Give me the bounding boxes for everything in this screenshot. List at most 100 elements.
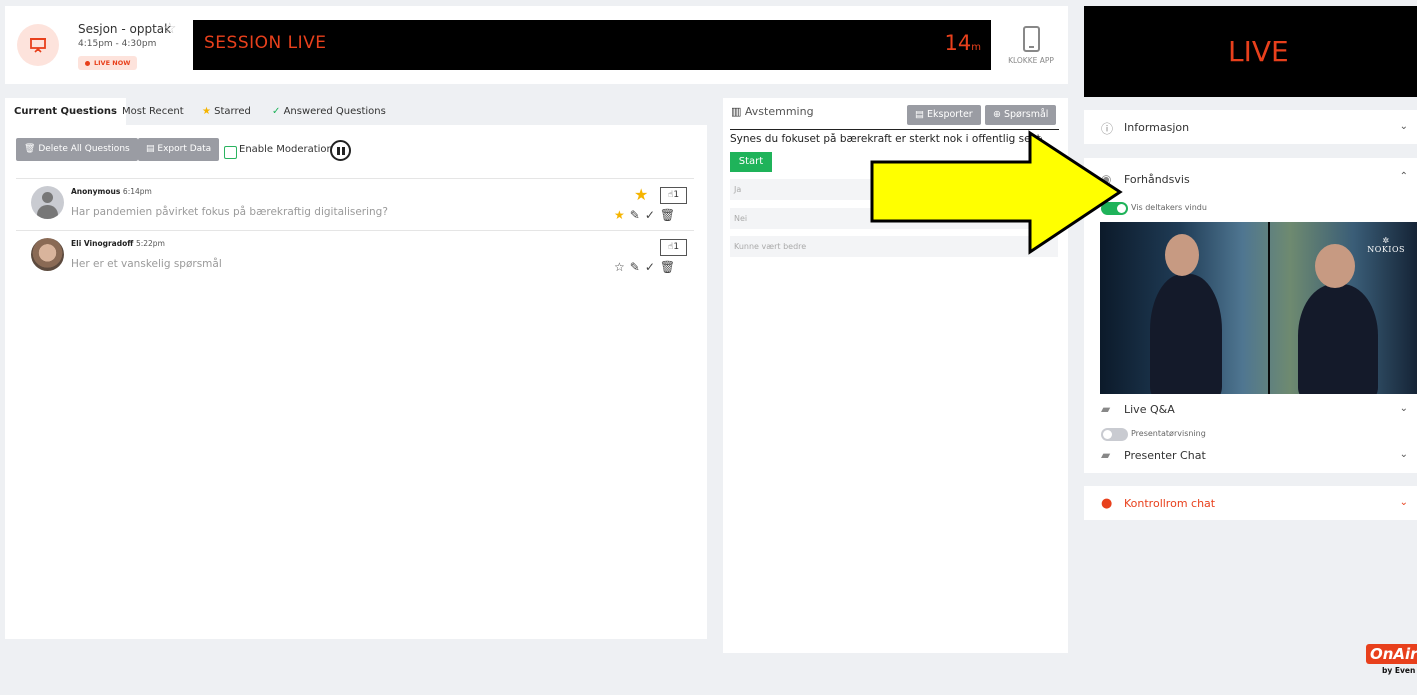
control-room-chat-section[interactable]: ● Kontrollrom chat ⌄ [1084, 486, 1417, 520]
star-icon: ★ [202, 106, 211, 117]
question-row: Anonymous 6:14pm Har pandemien påvirket … [16, 178, 694, 230]
author-name: Anonymous [71, 187, 121, 196]
preview-title[interactable]: Forhåndsvis [1124, 173, 1190, 186]
add-question-label: Spørsmål [1004, 109, 1049, 120]
poll-header: ▥ Avstemming [731, 105, 814, 118]
star-filled-icon[interactable]: ★ [634, 185, 648, 204]
edit-icon[interactable]: ✎ [630, 208, 645, 222]
enable-moderation-label: Enable Moderation [239, 144, 333, 155]
like-button[interactable]: ☝1 [660, 187, 687, 204]
trash-icon[interactable]: 🗑 [660, 208, 680, 222]
onair-sub: by Even [1382, 666, 1416, 675]
tab-answered-label: Answered Questions [283, 106, 386, 117]
edit-icon[interactable]: ✎ [630, 260, 645, 274]
check-icon[interactable]: ✓ [645, 260, 660, 274]
presenter-left-head [1165, 234, 1199, 276]
presenter-chat-title[interactable]: Presenter Chat [1124, 449, 1206, 462]
question-row: Eli Vinogradoff 5:22pm Her er et vanskel… [16, 230, 694, 282]
participant-window-label: Vis deltakers vindu [1131, 203, 1207, 212]
live-indicator: LIVE [1084, 6, 1417, 97]
control-room-chat-title: Kontrollrom chat [1124, 497, 1216, 510]
like-count: 1 [673, 190, 680, 200]
tab-answered-questions[interactable]: ✓ Answered Questions [263, 98, 395, 125]
minutes-unit: m [971, 42, 981, 53]
clock-app-button[interactable]: KLOKKE APP [1006, 26, 1056, 65]
clock-app-label: KLOKKE APP [1008, 56, 1054, 65]
session-title: Sesjon - opptak [78, 22, 172, 36]
author-name: Eli Vinogradoff [71, 239, 134, 248]
comment-icon: ▰ [1101, 402, 1111, 416]
onair-logo: OnAir [1366, 644, 1417, 664]
live-qa-title[interactable]: Live Q&A [1124, 403, 1175, 416]
export-data-label: Export Data [157, 144, 212, 154]
question-author: Eli Vinogradoff 5:22pm [71, 239, 165, 248]
nokios-text: NOKIOS [1367, 245, 1405, 254]
document-icon: ▤ [915, 109, 924, 120]
pause-icon[interactable] [330, 140, 351, 161]
chat-icon: ▰ [1101, 448, 1111, 462]
session-live-banner: SESSION LIVE 14m [193, 20, 991, 70]
question-time: 5:22pm [135, 239, 165, 248]
presenter-right [1298, 284, 1378, 394]
questions-tabs: Current Questions Most Recent ★ Starred … [5, 98, 707, 125]
questions-panel: Current Questions Most Recent ★ Starred … [5, 98, 707, 639]
information-section[interactable]: ⓘ Informasjon ⌄ [1084, 110, 1417, 144]
chevron-down-icon[interactable]: ⌄ [1400, 497, 1408, 508]
export-poll-label: Eksporter [927, 109, 973, 120]
presenter-view-label: Presentatørvisning [1131, 429, 1206, 438]
logo-star-icon: ✲ [1382, 236, 1390, 245]
session-time: 4:15pm - 4:30pm [78, 39, 157, 49]
chevron-up-icon[interactable]: ⌃ [1400, 171, 1408, 182]
tab-most-recent[interactable]: Most Recent [113, 98, 193, 125]
star-outline-icon[interactable]: ☆ [614, 260, 630, 274]
question-author: Anonymous 6:14pm [71, 187, 152, 196]
question-time: 6:14pm [122, 187, 152, 196]
tab-current-questions[interactable]: Current Questions [5, 98, 126, 125]
presenter-view-toggle[interactable] [1101, 428, 1128, 441]
minutes-counter: 14m [945, 31, 981, 55]
session-header: Sesjon - opptak ☆ 4:15pm - 4:30pm LIVE N… [5, 6, 1068, 84]
information-title: Informasjon [1124, 121, 1190, 134]
tab-starred-label: Starred [214, 106, 251, 117]
chevron-down-icon[interactable]: ⌄ [1400, 403, 1408, 414]
banner-label: SESSION LIVE [204, 33, 327, 53]
poll-title: Avstemming [744, 105, 814, 118]
presenter-right-head [1315, 244, 1355, 288]
question-actions: ★✎✓🗑 [614, 208, 680, 222]
enable-moderation-checkbox[interactable] [224, 146, 237, 159]
delete-all-questions-button[interactable]: 🗑 Delete All Questions [16, 138, 138, 161]
tab-starred[interactable]: ★ Starred [193, 98, 260, 125]
check-icon[interactable]: ✓ [645, 208, 660, 222]
star-filled-icon[interactable]: ★ [614, 208, 630, 222]
start-poll-button[interactable]: Start [730, 152, 772, 172]
add-question-button[interactable]: ⊕ Spørsmål [985, 105, 1057, 125]
presenter-left [1150, 274, 1222, 394]
live-label: LIVE [1228, 35, 1289, 68]
favorite-star-icon[interactable]: ☆ [163, 19, 176, 37]
person-icon: ● [1101, 496, 1113, 511]
avatar [31, 186, 64, 219]
plus-circle-icon: ⊕ [993, 109, 1001, 120]
trash-icon[interactable]: 🗑 [660, 260, 680, 274]
bar-chart-icon: ▥ [731, 105, 742, 118]
chevron-down-icon[interactable]: ⌄ [1400, 449, 1408, 460]
question-text: Her er et vanskelig spørsmål [71, 258, 222, 270]
document-icon: ▤ [146, 144, 155, 154]
video-divider [1268, 222, 1270, 394]
presentation-icon [17, 24, 59, 66]
export-data-button[interactable]: ▤ Export Data [138, 138, 220, 161]
phone-icon [1022, 26, 1040, 52]
export-poll-button[interactable]: ▤ Eksporter [907, 105, 981, 125]
like-count: 1 [673, 242, 680, 252]
like-button[interactable]: ☝1 [660, 239, 687, 256]
minutes-value: 14 [944, 31, 972, 55]
trash-icon: 🗑 [24, 144, 36, 154]
nokios-logo: ✲ NOKIOS [1367, 236, 1405, 254]
check-icon: ✓ [272, 106, 281, 117]
chevron-down-icon[interactable]: ⌄ [1400, 121, 1408, 132]
live-dot-icon [85, 60, 90, 66]
avatar [31, 238, 64, 271]
live-now-badge: LIVE NOW [78, 56, 138, 70]
question-text: Har pandemien påvirket fokus på bærekraf… [71, 206, 388, 218]
question-actions: ☆✎✓🗑 [614, 260, 680, 274]
